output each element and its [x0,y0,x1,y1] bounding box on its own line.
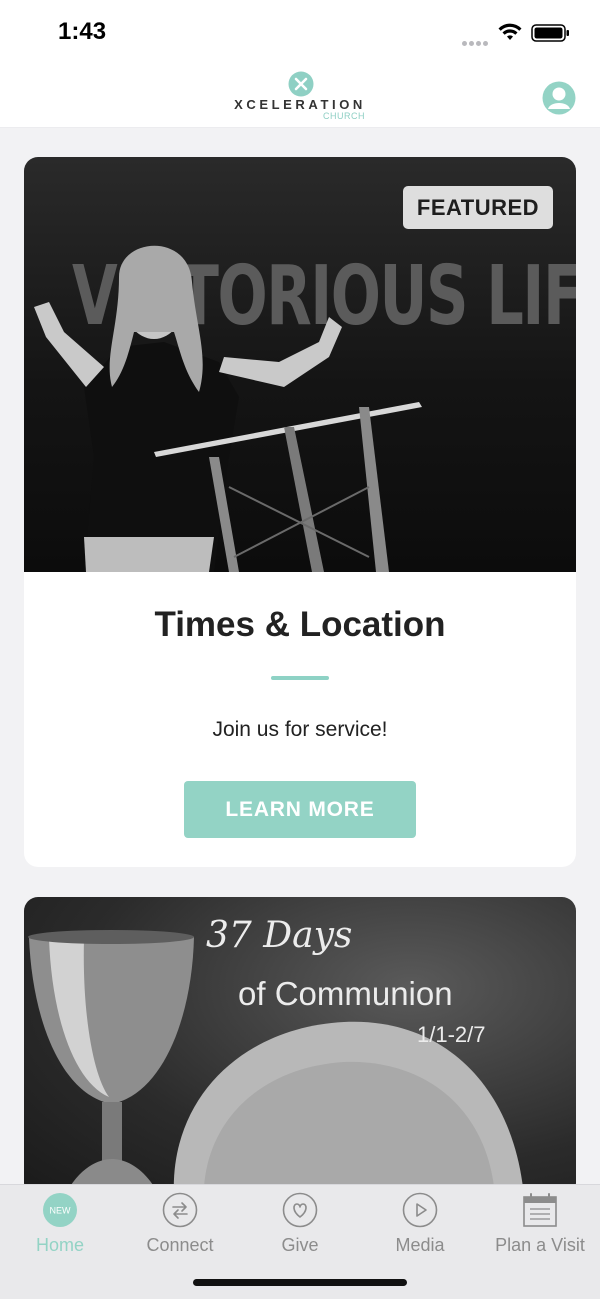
heart-icon [282,1192,318,1228]
tab-label-connect: Connect [146,1235,214,1255]
connect-icon [162,1192,198,1228]
featured-card[interactable]: VICTORIOUS LIFE FEATURED Times & Locatio… [24,157,576,867]
communion-promo-card[interactable]: 37 Days of Communion 1/1-2/7 [24,897,576,1197]
home-new-icon: NEW [43,1193,77,1227]
communion-promo-image: 37 Days of Communion 1/1-2/7 [24,897,576,1197]
tab-home[interactable]: NEW Home [0,1185,120,1265]
logo-subtitle: CHURCH [323,111,365,121]
app-header: XCELERATION CHURCH [0,64,600,128]
status-bar: 1:43 [0,0,600,64]
signal-dots-icon [462,33,490,51]
tab-label-give: Give [281,1235,319,1255]
card-title: Times & Location [154,605,446,644]
new-badge-text: NEW [50,1206,72,1216]
battery-icon [531,24,569,42]
tab-media[interactable]: Media [360,1185,480,1265]
status-time: 1:43 [58,18,107,45]
promo-days-text: 37 Days [206,915,353,956]
wifi-icon [498,23,522,40]
church-logo-icon [288,71,314,97]
tab-label-media: Media [395,1235,445,1255]
calendar-icon [523,1193,557,1227]
tab-give[interactable]: Give [240,1185,360,1265]
tab-connect[interactable]: Connect [120,1185,240,1265]
promo-dates-text: 1/1-2/7 [417,1022,486,1047]
profile-icon[interactable] [542,81,576,115]
home-indicator [193,1279,407,1286]
card-subtitle: Join us for service! [212,718,388,741]
tab-label-home: Home [35,1235,84,1255]
learn-more-button[interactable]: LEARN MORE [184,781,416,838]
title-divider [271,676,329,680]
featured-hero-image: VICTORIOUS LIFE FEATURED [24,157,576,572]
promo-title-text: of Communion [238,975,453,1012]
featured-badge: FEATURED [403,186,553,229]
logo-name: XCELERATION [234,97,366,112]
tab-label-plan-a-visit: Plan a Visit [495,1235,585,1255]
play-icon [402,1192,438,1228]
tab-plan-a-visit[interactable]: Plan a Visit [480,1185,600,1265]
